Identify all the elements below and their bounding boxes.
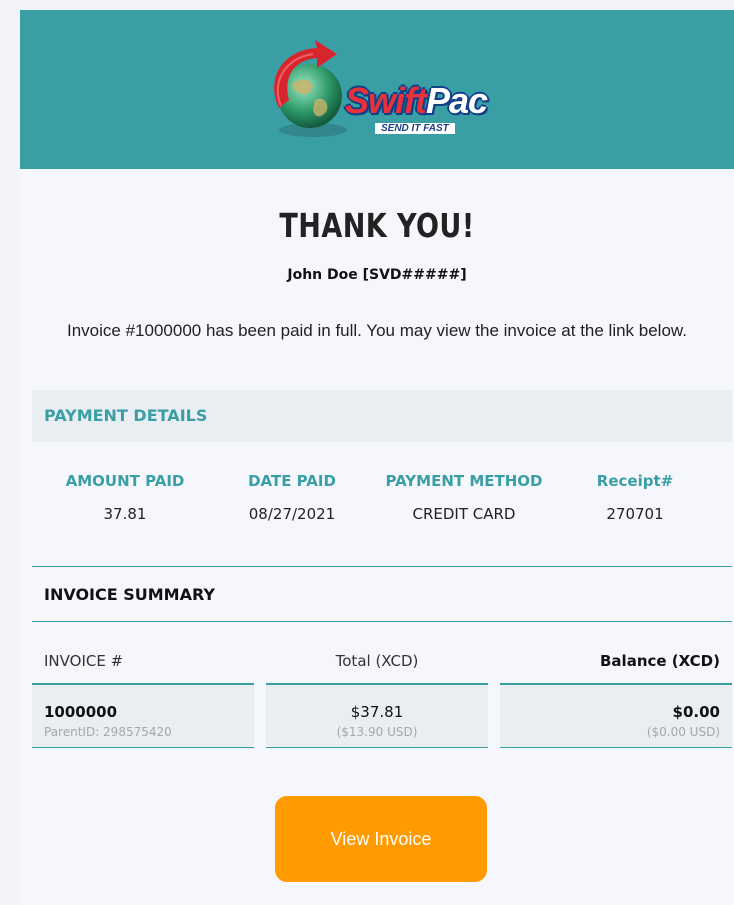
invoice-number-value: 1000000 <box>44 703 118 721</box>
invoice-number-header: INVOICE # <box>44 652 124 670</box>
payment-details-bar: PAYMENT DETAILS <box>32 390 732 442</box>
total-cell: $37.81 ($13.90 USD) <box>266 683 488 748</box>
total-value: $37.81 <box>350 703 404 721</box>
total-usd: ($13.90 USD) <box>336 725 418 739</box>
balance-header: Balance (XCD) <box>600 652 720 670</box>
payment-method-column: PAYMENT METHOD CREDIT CARD <box>374 472 554 523</box>
invoice-number-cell: 1000000 ParentID: 298575420 <box>32 683 254 748</box>
payment-message: Invoice #1000000 has been paid in full. … <box>67 321 687 340</box>
receipt-value: 270701 <box>606 505 664 523</box>
parent-id: ParentID: 298575420 <box>44 725 172 739</box>
total-header: Total (XCD) <box>335 652 419 670</box>
balance-usd: ($0.00 USD) <box>646 725 720 739</box>
divider <box>32 621 732 622</box>
amount-paid-label: AMOUNT PAID <box>65 472 185 490</box>
date-paid-column: DATE PAID 08/27/2021 <box>232 472 352 523</box>
balance-cell: $0.00 ($0.00 USD) <box>500 683 732 748</box>
thank-you-heading: THANK YOU! <box>279 206 475 245</box>
brand-wordmark-part2: Pac <box>426 80 488 121</box>
email-card: SwiftPac SEND IT FAST THANK YOU! John Do… <box>20 10 734 905</box>
payment-method-label: PAYMENT METHOD <box>385 472 543 490</box>
swiftpac-logo: SwiftPac SEND IT FAST <box>265 38 505 143</box>
date-paid-value: 08/27/2021 <box>248 505 336 523</box>
brand-wordmark-part1: Swift <box>345 80 427 121</box>
receipt-column: Receipt# 270701 <box>580 472 690 523</box>
view-invoice-button[interactable]: View Invoice <box>275 796 487 882</box>
amount-paid-column: AMOUNT PAID 37.81 <box>55 472 195 523</box>
payment-method-value: CREDIT CARD <box>412 505 516 523</box>
date-paid-label: DATE PAID <box>248 472 336 490</box>
amount-paid-value: 37.81 <box>103 505 147 523</box>
balance-value: $0.00 <box>672 703 720 721</box>
brand-wordmark: SwiftPac <box>345 80 488 122</box>
payment-details-title: PAYMENT DETAILS <box>44 406 208 425</box>
brand-tagline: SEND IT FAST <box>375 123 455 134</box>
customer-name: John Doe [SVD#####] <box>287 267 467 283</box>
receipt-label: Receipt# <box>596 472 674 490</box>
invoice-summary-title: INVOICE SUMMARY <box>44 585 216 604</box>
divider <box>32 566 732 567</box>
header-banner: SwiftPac SEND IT FAST <box>20 10 734 169</box>
